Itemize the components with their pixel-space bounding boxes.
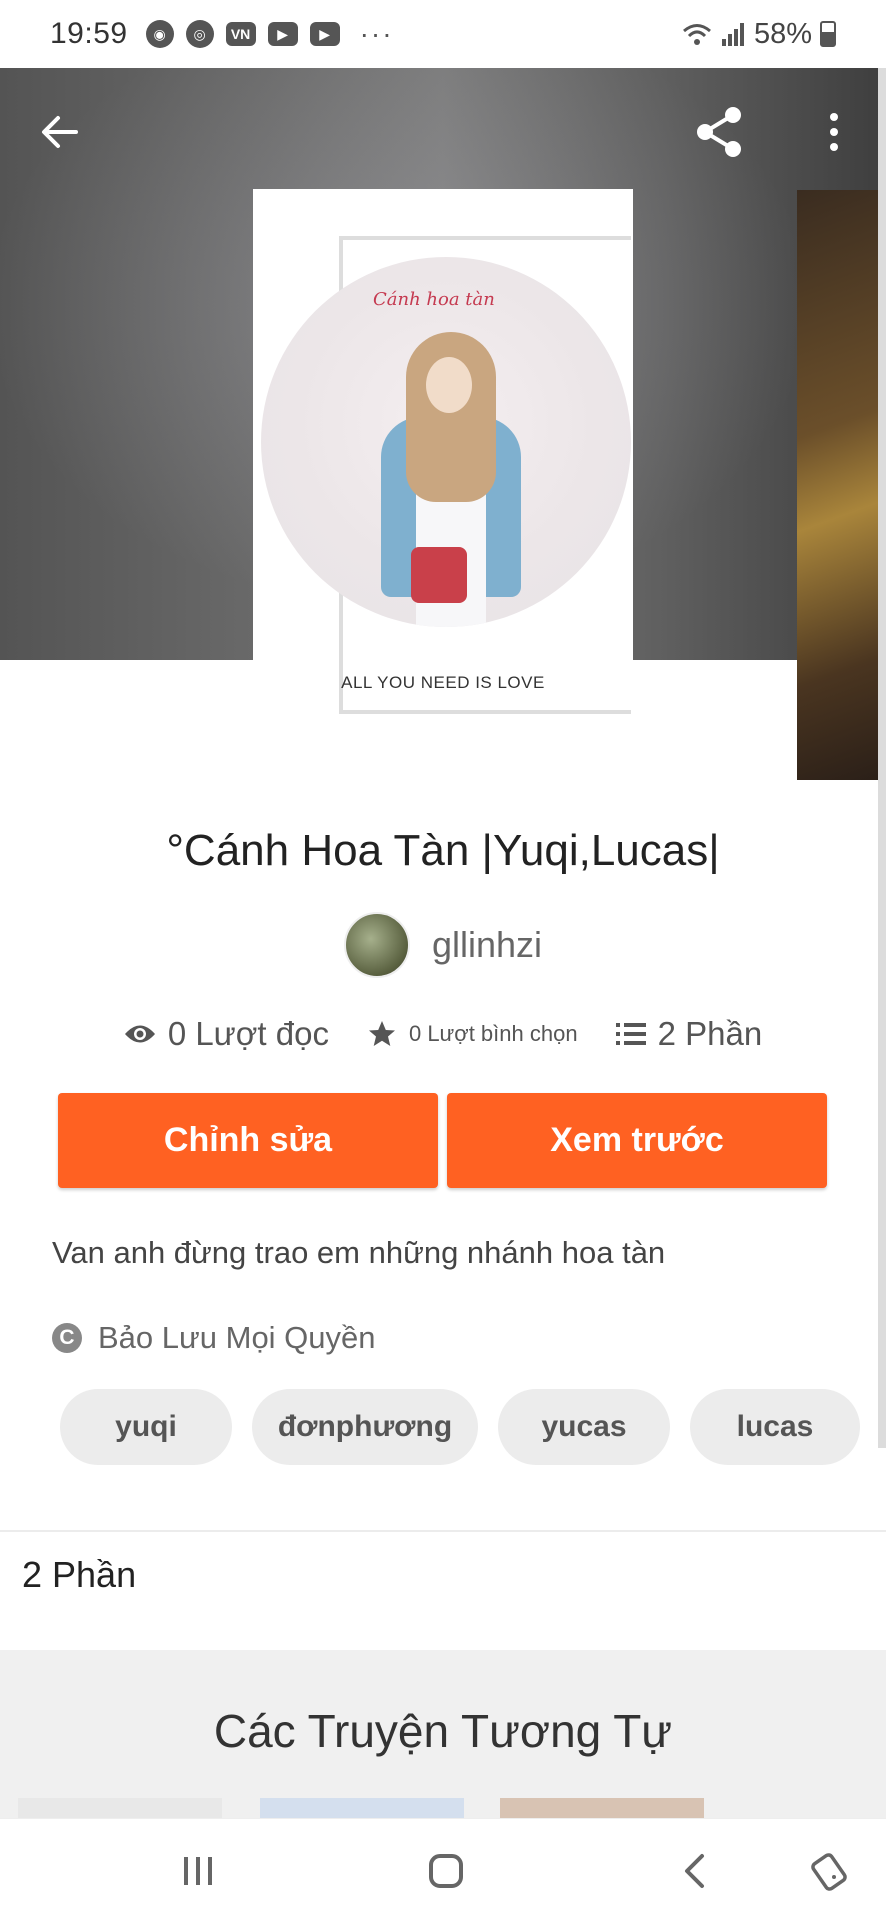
story-cover-image[interactable]: Cánh hoa tàn ALL YOU NEED IS LOVE — [253, 189, 633, 719]
scrollbar[interactable] — [878, 68, 886, 1448]
author-name[interactable]: gllinhzi — [432, 924, 542, 966]
preview-button[interactable]: Xem trước — [447, 1093, 827, 1188]
cover-caption: ALL YOU NEED IS LOVE — [341, 673, 545, 692]
parts-count: 2 Phần — [657, 1015, 763, 1052]
signal-icon — [721, 23, 744, 46]
status-bar: 19:59 ◉ ◎ VN ▶ ▶ ··· 58% — [0, 0, 886, 68]
battery-percent: 58% — [753, 17, 812, 50]
reads-stat: 0 Lượt đọc — [124, 1015, 329, 1053]
home-icon — [429, 1854, 463, 1888]
status-time: 19:59 — [50, 17, 128, 50]
back-button[interactable] — [28, 100, 92, 164]
copyright-row: C Bảo Lưu Mọi Quyền — [52, 1320, 376, 1356]
similar-stories-section: Các Truyện Tương Tự — [0, 1650, 886, 1820]
youtube-icon: ▶ — [267, 22, 298, 46]
youtube-icon: ▶ — [309, 22, 340, 46]
similar-story-thumbnail[interactable] — [260, 1798, 464, 1820]
tag-chip[interactable]: lucas — [690, 1389, 860, 1465]
cover-figure-bag — [411, 547, 467, 603]
story-stats: 0 Lượt đọc 0 Lượt bình chọn 2 Phần — [0, 1015, 886, 1053]
author-avatar[interactable] — [343, 912, 410, 978]
more-vertical-icon — [830, 113, 838, 151]
section-divider — [0, 1530, 886, 1532]
author-row[interactable]: gllinhzi — [0, 912, 886, 978]
more-dots-icon: ··· — [359, 18, 394, 49]
cover-script-title: Cánh hoa tàn — [373, 289, 495, 310]
star-icon — [368, 1021, 395, 1046]
votes-stat: 0 Lượt bình chọn — [367, 1019, 578, 1049]
tag-chip[interactable]: đơnphương — [252, 1389, 478, 1465]
recents-icon — [184, 1857, 212, 1885]
edit-button[interactable]: Chỉnh sửa — [58, 1093, 438, 1188]
reads-count: 0 Lượt đọc — [167, 1015, 329, 1052]
similar-story-thumbnail[interactable] — [500, 1798, 704, 1820]
cover-photo — [261, 257, 631, 627]
tag-chip[interactable]: yuqi — [60, 1389, 232, 1465]
tag-list: yuqi đơnphương yucas lucas — [60, 1389, 860, 1465]
list-icon — [615, 1023, 646, 1045]
share-button[interactable] — [688, 100, 752, 164]
share-icon — [697, 107, 741, 157]
notification-icons: ◉ ◎ VN ▶ ▶ ··· — [145, 18, 394, 50]
system-nav-bar — [0, 1818, 886, 1920]
wifi-icon — [682, 24, 711, 45]
battery-icon — [820, 21, 836, 47]
votes-count: 0 Lượt bình chọn — [408, 1021, 578, 1046]
home-button[interactable] — [416, 1841, 476, 1901]
rotate-icon — [811, 1853, 847, 1891]
copyright-icon: C — [52, 1323, 82, 1353]
eye-icon — [124, 1025, 155, 1043]
more-options-button[interactable] — [802, 100, 866, 164]
next-story-cover[interactable] — [797, 190, 886, 780]
parts-stat: 2 Phần — [615, 1015, 763, 1053]
nav-back-button[interactable] — [664, 1841, 724, 1901]
chevron-left-icon — [685, 1854, 704, 1888]
copyright-label: Bảo Lưu Mọi Quyền — [98, 1320, 376, 1355]
arrow-left-icon — [42, 116, 78, 148]
story-title: °Cánh Hoa Tàn |Yuqi,Lucas| — [166, 826, 720, 875]
recents-button[interactable] — [168, 1841, 228, 1901]
story-description: Van anh đừng trao em những nhánh hoa tàn — [52, 1235, 666, 1270]
rotate-button[interactable] — [800, 1841, 860, 1901]
similar-stories-title: Các Truyện Tương Tự — [213, 1705, 673, 1757]
camera-icon: ◉ — [145, 20, 174, 48]
eye-icon: ◎ — [185, 20, 214, 48]
parts-section-label[interactable]: 2 Phần — [22, 1554, 136, 1596]
tag-chip[interactable]: yucas — [498, 1389, 670, 1465]
similar-story-thumbnail[interactable] — [18, 1798, 222, 1820]
cover-figure-face — [426, 357, 472, 413]
vn-app-icon: VN — [225, 22, 256, 46]
system-status: 58% — [682, 18, 836, 51]
